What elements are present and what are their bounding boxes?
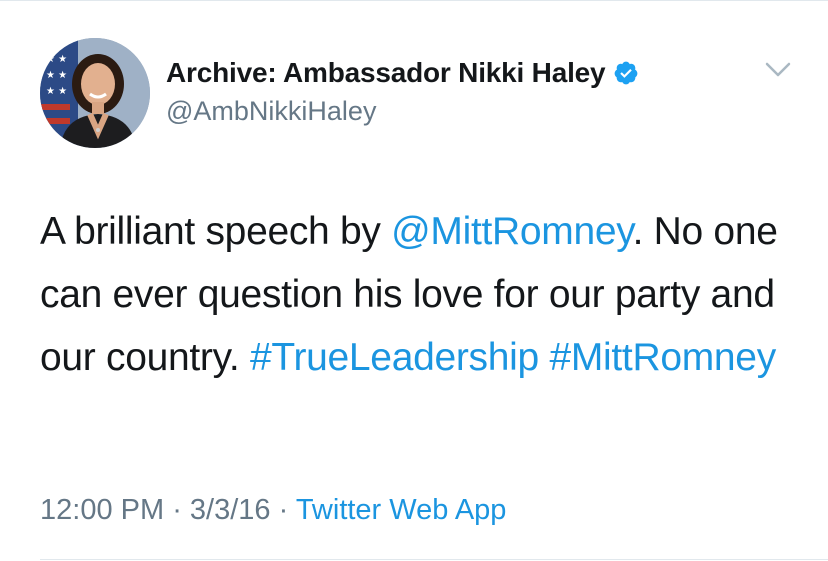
hashtag-link[interactable]: #TrueLeadership xyxy=(250,336,539,379)
svg-text:★ ★: ★ ★ xyxy=(46,70,67,81)
tweet-source-link[interactable]: Twitter Web App xyxy=(296,494,507,526)
hashtag-link[interactable]: #MittRomney xyxy=(549,336,776,379)
tweet-meta: 12:00 PM · 3/3/16 · Twitter Web App xyxy=(40,494,506,527)
name-row: Archive: Ambassador Nikki Haley xyxy=(166,56,639,90)
display-name[interactable]: Archive: Ambassador Nikki Haley xyxy=(166,57,606,89)
tweet-text-part: A brilliant speech by xyxy=(40,210,392,253)
tweet-date[interactable]: 3/3/16 xyxy=(190,494,271,526)
profile-photo-icon: ★ ★ ★ ★ ★ ★ xyxy=(40,38,150,148)
author-block: Archive: Ambassador Nikki Haley @AmbNikk… xyxy=(166,56,639,127)
svg-text:★ ★: ★ ★ xyxy=(46,86,67,97)
chevron-down-icon[interactable] xyxy=(764,60,792,80)
avatar[interactable]: ★ ★ ★ ★ ★ ★ xyxy=(40,38,150,148)
mention-link[interactable]: @MittRomney xyxy=(391,210,633,253)
svg-text:★ ★: ★ ★ xyxy=(46,54,67,65)
tweet-card: ★ ★ ★ ★ ★ ★ Archive: Ambassador Nikki Ha… xyxy=(0,0,828,561)
meta-separator: · xyxy=(164,494,190,526)
meta-separator: · xyxy=(270,494,296,526)
handle[interactable]: @AmbNikkiHaley xyxy=(166,96,639,127)
tweet-time[interactable]: 12:00 PM xyxy=(40,494,164,526)
verified-badge-icon xyxy=(615,61,638,85)
tweet-text: A brilliant speech by @MittRomney. No on… xyxy=(40,200,800,389)
bottom-divider xyxy=(40,559,828,560)
